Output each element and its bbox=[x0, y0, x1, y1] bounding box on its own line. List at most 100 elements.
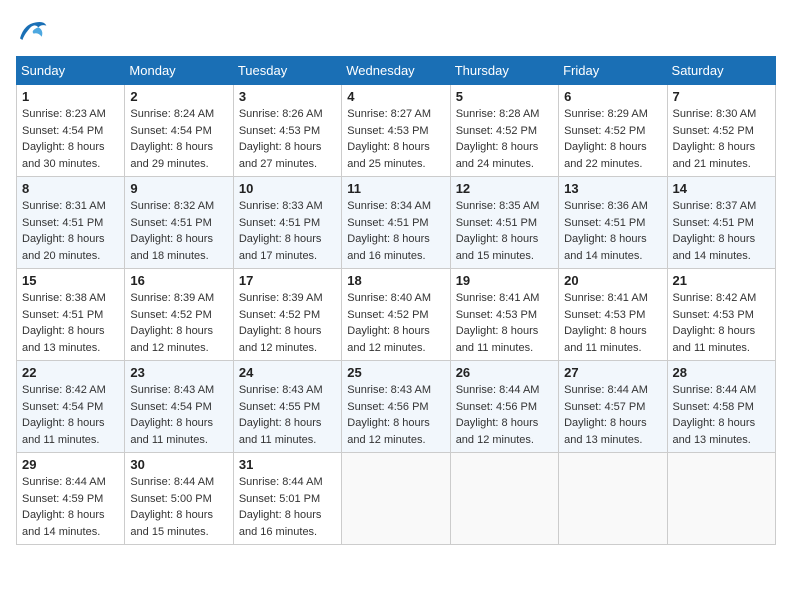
day-number: 8 bbox=[22, 181, 119, 196]
calendar-day-cell: 18 Sunrise: 8:40 AMSunset: 4:52 PMDayligh… bbox=[342, 269, 450, 361]
day-detail: Sunrise: 8:41 AMSunset: 4:53 PMDaylight:… bbox=[456, 290, 553, 356]
calendar-day-cell: 14 Sunrise: 8:37 AMSunset: 4:51 PMDayligh… bbox=[667, 177, 775, 269]
day-number: 29 bbox=[22, 457, 119, 472]
day-number: 20 bbox=[564, 273, 661, 288]
calendar-week-row: 15 Sunrise: 8:38 AMSunset: 4:51 PMDayligh… bbox=[17, 269, 776, 361]
day-detail: Sunrise: 8:37 AMSunset: 4:51 PMDaylight:… bbox=[673, 198, 770, 264]
day-number: 12 bbox=[456, 181, 553, 196]
calendar-day-cell: 1 Sunrise: 8:23 AMSunset: 4:54 PMDaylight… bbox=[17, 85, 125, 177]
day-detail: Sunrise: 8:30 AMSunset: 4:52 PMDaylight:… bbox=[673, 106, 770, 172]
day-detail: Sunrise: 8:44 AMSunset: 4:59 PMDaylight:… bbox=[22, 474, 119, 540]
calendar-week-row: 22Sunrise: 8:42 AMSunset: 4:54 PMDayligh… bbox=[17, 361, 776, 453]
calendar-day-cell: 31 Sunrise: 8:44 AMSunset: 5:01 PMDayligh… bbox=[233, 453, 341, 545]
calendar-day-cell: 8 Sunrise: 8:31 AMSunset: 4:51 PMDaylight… bbox=[17, 177, 125, 269]
calendar-day-cell: 2 Sunrise: 8:24 AMSunset: 4:54 PMDaylight… bbox=[125, 85, 233, 177]
day-number: 4 bbox=[347, 89, 444, 104]
weekday-header-cell: Monday bbox=[125, 57, 233, 85]
calendar-day-cell: 27Sunrise: 8:44 AMSunset: 4:57 PMDayligh… bbox=[559, 361, 667, 453]
weekday-header-cell: Thursday bbox=[450, 57, 558, 85]
day-detail: Sunrise: 8:44 AMSunset: 4:58 PMDaylight:… bbox=[673, 382, 770, 448]
day-number: 3 bbox=[239, 89, 336, 104]
day-number: 2 bbox=[130, 89, 227, 104]
calendar-day-cell: 11 Sunrise: 8:34 AMSunset: 4:51 PMDayligh… bbox=[342, 177, 450, 269]
calendar-day-cell: 3 Sunrise: 8:26 AMSunset: 4:53 PMDaylight… bbox=[233, 85, 341, 177]
day-number: 18 bbox=[347, 273, 444, 288]
day-detail: Sunrise: 8:43 AMSunset: 4:54 PMDaylight:… bbox=[130, 382, 227, 448]
calendar-day-cell: 12 Sunrise: 8:35 AMSunset: 4:51 PMDayligh… bbox=[450, 177, 558, 269]
day-detail: Sunrise: 8:33 AMSunset: 4:51 PMDaylight:… bbox=[239, 198, 336, 264]
day-number: 6 bbox=[564, 89, 661, 104]
day-detail: Sunrise: 8:43 AMSunset: 4:55 PMDaylight:… bbox=[239, 382, 336, 448]
day-detail: Sunrise: 8:36 AMSunset: 4:51 PMDaylight:… bbox=[564, 198, 661, 264]
calendar-table: SundayMondayTuesdayWednesdayThursdayFrid… bbox=[16, 56, 776, 545]
calendar-day-cell: 25Sunrise: 8:43 AMSunset: 4:56 PMDayligh… bbox=[342, 361, 450, 453]
calendar-day-cell: 24 Sunrise: 8:43 AMSunset: 4:55 PMDayligh… bbox=[233, 361, 341, 453]
day-detail: Sunrise: 8:31 AMSunset: 4:51 PMDaylight:… bbox=[22, 198, 119, 264]
calendar-day-cell: 21Sunrise: 8:42 AMSunset: 4:53 PMDayligh… bbox=[667, 269, 775, 361]
day-number: 24 bbox=[239, 365, 336, 380]
day-number: 1 bbox=[22, 89, 119, 104]
day-number: 28 bbox=[673, 365, 770, 380]
day-number: 25 bbox=[347, 365, 444, 380]
calendar-day-cell bbox=[667, 453, 775, 545]
calendar-day-cell: 9 Sunrise: 8:32 AMSunset: 4:51 PMDaylight… bbox=[125, 177, 233, 269]
day-detail: Sunrise: 8:28 AMSunset: 4:52 PMDaylight:… bbox=[456, 106, 553, 172]
day-detail: Sunrise: 8:44 AMSunset: 5:01 PMDaylight:… bbox=[239, 474, 336, 540]
day-detail: Sunrise: 8:23 AMSunset: 4:54 PMDaylight:… bbox=[22, 106, 119, 172]
weekday-header-cell: Saturday bbox=[667, 57, 775, 85]
calendar-week-row: 29 Sunrise: 8:44 AMSunset: 4:59 PMDayligh… bbox=[17, 453, 776, 545]
weekday-header-cell: Tuesday bbox=[233, 57, 341, 85]
calendar-day-cell: 20Sunrise: 8:41 AMSunset: 4:53 PMDayligh… bbox=[559, 269, 667, 361]
day-number: 15 bbox=[22, 273, 119, 288]
day-detail: Sunrise: 8:42 AMSunset: 4:54 PMDaylight:… bbox=[22, 382, 119, 448]
logo-bird-icon bbox=[16, 16, 48, 44]
day-number: 27 bbox=[564, 365, 661, 380]
day-detail: Sunrise: 8:34 AMSunset: 4:51 PMDaylight:… bbox=[347, 198, 444, 264]
day-detail: Sunrise: 8:40 AMSunset: 4:52 PMDaylight:… bbox=[347, 290, 444, 356]
day-number: 31 bbox=[239, 457, 336, 472]
day-number: 23 bbox=[130, 365, 227, 380]
day-number: 7 bbox=[673, 89, 770, 104]
weekday-header-cell: Sunday bbox=[17, 57, 125, 85]
calendar-day-cell: 16Sunrise: 8:39 AMSunset: 4:52 PMDayligh… bbox=[125, 269, 233, 361]
page-header bbox=[16, 16, 776, 44]
calendar-day-cell: 5 Sunrise: 8:28 AMSunset: 4:52 PMDaylight… bbox=[450, 85, 558, 177]
weekday-header-row: SundayMondayTuesdayWednesdayThursdayFrid… bbox=[17, 57, 776, 85]
logo bbox=[16, 16, 52, 44]
calendar-day-cell: 7 Sunrise: 8:30 AMSunset: 4:52 PMDaylight… bbox=[667, 85, 775, 177]
day-detail: Sunrise: 8:35 AMSunset: 4:51 PMDaylight:… bbox=[456, 198, 553, 264]
calendar-day-cell: 22Sunrise: 8:42 AMSunset: 4:54 PMDayligh… bbox=[17, 361, 125, 453]
day-detail: Sunrise: 8:38 AMSunset: 4:51 PMDaylight:… bbox=[22, 290, 119, 356]
calendar-day-cell: 30 Sunrise: 8:44 AMSunset: 5:00 PMDayligh… bbox=[125, 453, 233, 545]
calendar-week-row: 1 Sunrise: 8:23 AMSunset: 4:54 PMDaylight… bbox=[17, 85, 776, 177]
day-number: 14 bbox=[673, 181, 770, 196]
day-number: 9 bbox=[130, 181, 227, 196]
day-number: 16 bbox=[130, 273, 227, 288]
day-detail: Sunrise: 8:42 AMSunset: 4:53 PMDaylight:… bbox=[673, 290, 770, 356]
day-number: 10 bbox=[239, 181, 336, 196]
calendar-day-cell bbox=[559, 453, 667, 545]
day-detail: Sunrise: 8:24 AMSunset: 4:54 PMDaylight:… bbox=[130, 106, 227, 172]
calendar-day-cell bbox=[450, 453, 558, 545]
day-number: 13 bbox=[564, 181, 661, 196]
day-number: 19 bbox=[456, 273, 553, 288]
calendar-body: 1 Sunrise: 8:23 AMSunset: 4:54 PMDaylight… bbox=[17, 85, 776, 545]
weekday-header-cell: Wednesday bbox=[342, 57, 450, 85]
day-detail: Sunrise: 8:32 AMSunset: 4:51 PMDaylight:… bbox=[130, 198, 227, 264]
day-number: 30 bbox=[130, 457, 227, 472]
day-detail: Sunrise: 8:29 AMSunset: 4:52 PMDaylight:… bbox=[564, 106, 661, 172]
calendar-day-cell: 10 Sunrise: 8:33 AMSunset: 4:51 PMDayligh… bbox=[233, 177, 341, 269]
day-number: 26 bbox=[456, 365, 553, 380]
calendar-day-cell: 23 Sunrise: 8:43 AMSunset: 4:54 PMDayligh… bbox=[125, 361, 233, 453]
calendar-day-cell: 4Sunrise: 8:27 AMSunset: 4:53 PMDaylight… bbox=[342, 85, 450, 177]
calendar-day-cell: 29 Sunrise: 8:44 AMSunset: 4:59 PMDayligh… bbox=[17, 453, 125, 545]
day-number: 5 bbox=[456, 89, 553, 104]
calendar-day-cell: 28 Sunrise: 8:44 AMSunset: 4:58 PMDayligh… bbox=[667, 361, 775, 453]
day-number: 11 bbox=[347, 181, 444, 196]
day-detail: Sunrise: 8:44 AMSunset: 5:00 PMDaylight:… bbox=[130, 474, 227, 540]
calendar-day-cell: 26Sunrise: 8:44 AMSunset: 4:56 PMDayligh… bbox=[450, 361, 558, 453]
day-detail: Sunrise: 8:39 AMSunset: 4:52 PMDaylight:… bbox=[239, 290, 336, 356]
calendar-day-cell: 19 Sunrise: 8:41 AMSunset: 4:53 PMDayligh… bbox=[450, 269, 558, 361]
calendar-day-cell bbox=[342, 453, 450, 545]
day-detail: Sunrise: 8:26 AMSunset: 4:53 PMDaylight:… bbox=[239, 106, 336, 172]
